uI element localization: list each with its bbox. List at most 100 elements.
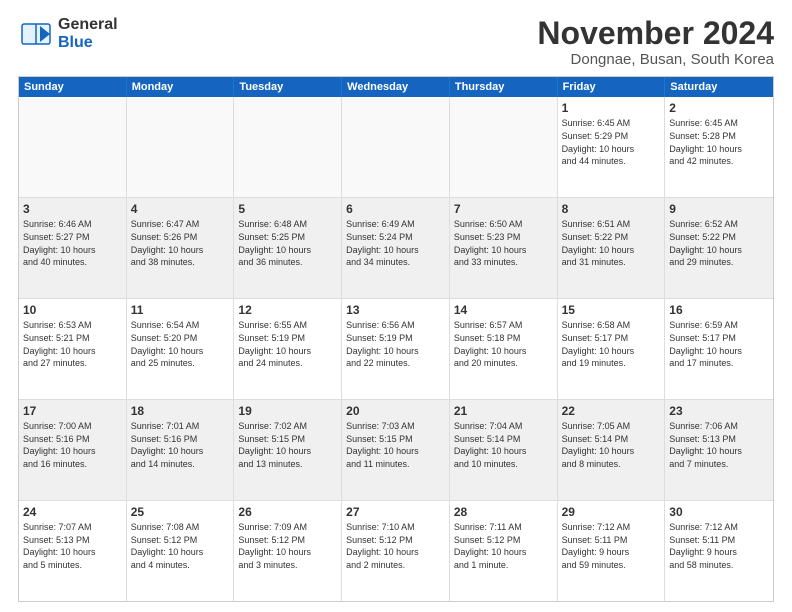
day-cell-3: 3Sunrise: 6:46 AM Sunset: 5:27 PM Daylig…	[19, 198, 127, 298]
day-info: Sunrise: 6:54 AM Sunset: 5:20 PM Dayligh…	[131, 319, 230, 369]
day-cell-21: 21Sunrise: 7:04 AM Sunset: 5:14 PM Dayli…	[450, 400, 558, 500]
day-cell-11: 11Sunrise: 6:54 AM Sunset: 5:20 PM Dayli…	[127, 299, 235, 399]
day-cell-26: 26Sunrise: 7:09 AM Sunset: 5:12 PM Dayli…	[234, 501, 342, 601]
day-info: Sunrise: 7:03 AM Sunset: 5:15 PM Dayligh…	[346, 420, 445, 470]
day-info: Sunrise: 6:45 AM Sunset: 5:29 PM Dayligh…	[562, 117, 661, 167]
day-number: 14	[454, 302, 553, 318]
day-cell-29: 29Sunrise: 7:12 AM Sunset: 5:11 PM Dayli…	[558, 501, 666, 601]
day-number: 22	[562, 403, 661, 419]
empty-cell	[234, 97, 342, 197]
page: General Blue November 2024 Dongnae, Busa…	[0, 0, 792, 612]
day-cell-30: 30Sunrise: 7:12 AM Sunset: 5:11 PM Dayli…	[665, 501, 773, 601]
day-info: Sunrise: 7:12 AM Sunset: 5:11 PM Dayligh…	[562, 521, 661, 571]
day-number: 11	[131, 302, 230, 318]
calendar-body: 1Sunrise: 6:45 AM Sunset: 5:29 PM Daylig…	[19, 97, 773, 601]
empty-cell	[342, 97, 450, 197]
day-info: Sunrise: 6:49 AM Sunset: 5:24 PM Dayligh…	[346, 218, 445, 268]
day-number: 2	[669, 100, 769, 116]
calendar-header: SundayMondayTuesdayWednesdayThursdayFrid…	[19, 77, 773, 97]
day-number: 23	[669, 403, 769, 419]
day-cell-28: 28Sunrise: 7:11 AM Sunset: 5:12 PM Dayli…	[450, 501, 558, 601]
weekday-header-wednesday: Wednesday	[342, 77, 450, 97]
day-number: 10	[23, 302, 122, 318]
day-number: 12	[238, 302, 337, 318]
day-number: 20	[346, 403, 445, 419]
weekday-header-saturday: Saturday	[665, 77, 773, 97]
day-info: Sunrise: 6:47 AM Sunset: 5:26 PM Dayligh…	[131, 218, 230, 268]
day-info: Sunrise: 7:10 AM Sunset: 5:12 PM Dayligh…	[346, 521, 445, 571]
day-cell-23: 23Sunrise: 7:06 AM Sunset: 5:13 PM Dayli…	[665, 400, 773, 500]
day-cell-20: 20Sunrise: 7:03 AM Sunset: 5:15 PM Dayli…	[342, 400, 450, 500]
day-info: Sunrise: 7:06 AM Sunset: 5:13 PM Dayligh…	[669, 420, 769, 470]
day-info: Sunrise: 6:57 AM Sunset: 5:18 PM Dayligh…	[454, 319, 553, 369]
day-cell-4: 4Sunrise: 6:47 AM Sunset: 5:26 PM Daylig…	[127, 198, 235, 298]
day-cell-16: 16Sunrise: 6:59 AM Sunset: 5:17 PM Dayli…	[665, 299, 773, 399]
day-cell-18: 18Sunrise: 7:01 AM Sunset: 5:16 PM Dayli…	[127, 400, 235, 500]
logo-text: General Blue	[58, 16, 118, 51]
day-number: 25	[131, 504, 230, 520]
day-cell-5: 5Sunrise: 6:48 AM Sunset: 5:25 PM Daylig…	[234, 198, 342, 298]
title-area: November 2024 Dongnae, Busan, South Kore…	[537, 16, 774, 68]
day-info: Sunrise: 6:45 AM Sunset: 5:28 PM Dayligh…	[669, 117, 769, 167]
day-info: Sunrise: 6:48 AM Sunset: 5:25 PM Dayligh…	[238, 218, 337, 268]
calendar-row-3: 17Sunrise: 7:00 AM Sunset: 5:16 PM Dayli…	[19, 399, 773, 500]
weekday-header-thursday: Thursday	[450, 77, 558, 97]
day-info: Sunrise: 6:58 AM Sunset: 5:17 PM Dayligh…	[562, 319, 661, 369]
day-cell-22: 22Sunrise: 7:05 AM Sunset: 5:14 PM Dayli…	[558, 400, 666, 500]
day-info: Sunrise: 7:05 AM Sunset: 5:14 PM Dayligh…	[562, 420, 661, 470]
calendar-row-4: 24Sunrise: 7:07 AM Sunset: 5:13 PM Dayli…	[19, 500, 773, 601]
day-number: 29	[562, 504, 661, 520]
month-title: November 2024	[537, 16, 774, 51]
logo-blue: Blue	[58, 34, 118, 52]
day-cell-1: 1Sunrise: 6:45 AM Sunset: 5:29 PM Daylig…	[558, 97, 666, 197]
day-info: Sunrise: 6:52 AM Sunset: 5:22 PM Dayligh…	[669, 218, 769, 268]
day-number: 18	[131, 403, 230, 419]
day-number: 4	[131, 201, 230, 217]
day-info: Sunrise: 7:08 AM Sunset: 5:12 PM Dayligh…	[131, 521, 230, 571]
day-number: 3	[23, 201, 122, 217]
logo: General Blue	[18, 16, 118, 52]
weekday-header-monday: Monday	[127, 77, 235, 97]
day-cell-8: 8Sunrise: 6:51 AM Sunset: 5:22 PM Daylig…	[558, 198, 666, 298]
day-number: 13	[346, 302, 445, 318]
day-cell-13: 13Sunrise: 6:56 AM Sunset: 5:19 PM Dayli…	[342, 299, 450, 399]
calendar-row-1: 3Sunrise: 6:46 AM Sunset: 5:27 PM Daylig…	[19, 197, 773, 298]
day-number: 28	[454, 504, 553, 520]
day-cell-7: 7Sunrise: 6:50 AM Sunset: 5:23 PM Daylig…	[450, 198, 558, 298]
logo-general: General	[58, 16, 118, 34]
day-number: 21	[454, 403, 553, 419]
day-number: 19	[238, 403, 337, 419]
day-number: 1	[562, 100, 661, 116]
day-number: 8	[562, 201, 661, 217]
empty-cell	[19, 97, 127, 197]
day-info: Sunrise: 7:01 AM Sunset: 5:16 PM Dayligh…	[131, 420, 230, 470]
day-cell-17: 17Sunrise: 7:00 AM Sunset: 5:16 PM Dayli…	[19, 400, 127, 500]
header-area: General Blue November 2024 Dongnae, Busa…	[18, 16, 774, 68]
empty-cell	[450, 97, 558, 197]
weekday-header-sunday: Sunday	[19, 77, 127, 97]
day-cell-10: 10Sunrise: 6:53 AM Sunset: 5:21 PM Dayli…	[19, 299, 127, 399]
day-info: Sunrise: 6:53 AM Sunset: 5:21 PM Dayligh…	[23, 319, 122, 369]
day-cell-19: 19Sunrise: 7:02 AM Sunset: 5:15 PM Dayli…	[234, 400, 342, 500]
day-info: Sunrise: 6:46 AM Sunset: 5:27 PM Dayligh…	[23, 218, 122, 268]
day-info: Sunrise: 6:59 AM Sunset: 5:17 PM Dayligh…	[669, 319, 769, 369]
day-info: Sunrise: 6:51 AM Sunset: 5:22 PM Dayligh…	[562, 218, 661, 268]
day-info: Sunrise: 7:04 AM Sunset: 5:14 PM Dayligh…	[454, 420, 553, 470]
weekday-header-tuesday: Tuesday	[234, 77, 342, 97]
logo-icon	[18, 16, 54, 52]
day-number: 6	[346, 201, 445, 217]
day-info: Sunrise: 7:09 AM Sunset: 5:12 PM Dayligh…	[238, 521, 337, 571]
day-number: 15	[562, 302, 661, 318]
day-info: Sunrise: 7:02 AM Sunset: 5:15 PM Dayligh…	[238, 420, 337, 470]
empty-cell	[127, 97, 235, 197]
day-info: Sunrise: 6:55 AM Sunset: 5:19 PM Dayligh…	[238, 319, 337, 369]
day-cell-2: 2Sunrise: 6:45 AM Sunset: 5:28 PM Daylig…	[665, 97, 773, 197]
calendar-row-0: 1Sunrise: 6:45 AM Sunset: 5:29 PM Daylig…	[19, 97, 773, 197]
day-number: 16	[669, 302, 769, 318]
day-info: Sunrise: 7:12 AM Sunset: 5:11 PM Dayligh…	[669, 521, 769, 571]
weekday-header-friday: Friday	[558, 77, 666, 97]
day-number: 24	[23, 504, 122, 520]
day-info: Sunrise: 6:50 AM Sunset: 5:23 PM Dayligh…	[454, 218, 553, 268]
day-cell-6: 6Sunrise: 6:49 AM Sunset: 5:24 PM Daylig…	[342, 198, 450, 298]
day-cell-24: 24Sunrise: 7:07 AM Sunset: 5:13 PM Dayli…	[19, 501, 127, 601]
